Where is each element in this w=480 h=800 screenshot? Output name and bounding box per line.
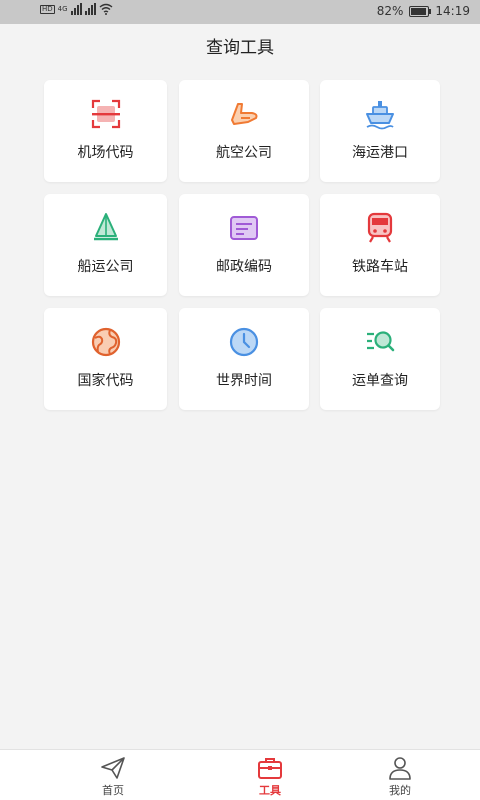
network-type-label: 4G (57, 5, 68, 13)
tab-tools[interactable]: 工具 (230, 750, 310, 800)
tool-label: 海运港口 (352, 145, 408, 161)
search-list-icon (367, 331, 395, 352)
send-icon (101, 757, 125, 779)
tool-card-waybill-query[interactable]: 运单查询 (320, 308, 440, 410)
status-bar: HD 4G 82% 14:19 (0, 0, 480, 24)
tool-card-seaport[interactable]: 海运港口 (320, 80, 440, 182)
clock-icon (229, 327, 259, 357)
ship-icon (366, 101, 394, 130)
tab-label: 首页 (102, 784, 124, 797)
train-icon (367, 212, 393, 243)
battery-icon (409, 5, 432, 17)
tab-home[interactable]: 首页 (73, 750, 153, 800)
toolbox-icon (258, 758, 282, 779)
tool-card-shipping-company[interactable]: 船运公司 (44, 194, 167, 296)
tool-card-airline[interactable]: 航空公司 (179, 80, 309, 182)
tool-label: 运单查询 (352, 373, 408, 389)
tool-label: 船运公司 (77, 259, 134, 275)
signal-icon (84, 3, 96, 15)
hd-badge: HD (40, 4, 55, 14)
tool-label: 国家代码 (77, 373, 134, 389)
network-indicators: HD 4G (40, 3, 113, 15)
battery-percent: 82% (376, 4, 404, 18)
clock-time: 14:19 (435, 4, 470, 18)
status-right: 82% 14:19 (377, 4, 470, 18)
sailboat-icon (93, 213, 118, 241)
globe-icon (91, 327, 120, 357)
signal-icon (70, 3, 82, 15)
tool-card-railway-station[interactable]: 铁路车站 (320, 194, 440, 296)
tool-label: 航空公司 (216, 145, 272, 161)
airport-code-icon (91, 99, 120, 129)
tab-profile[interactable]: 我的 (360, 750, 440, 800)
user-icon (389, 757, 411, 780)
tool-card-world-time[interactable]: 世界时间 (179, 308, 309, 410)
airplane-icon (231, 103, 258, 125)
tool-label: 机场代码 (77, 145, 134, 161)
tool-card-airport-code[interactable]: 机场代码 (44, 80, 167, 182)
wifi-icon (99, 3, 112, 15)
tool-card-postal-code[interactable]: 邮政编码 (179, 194, 309, 296)
bottom-tab-bar: 首页 工具 我的 (0, 749, 480, 800)
tab-label: 工具 (259, 784, 281, 797)
tool-label: 邮政编码 (216, 259, 272, 275)
tool-label: 铁路车站 (352, 259, 408, 275)
tool-card-country-code[interactable]: 国家代码 (44, 308, 167, 410)
tool-label: 世界时间 (216, 373, 272, 389)
page-title: 查询工具 (206, 38, 274, 58)
tab-label: 我的 (389, 784, 411, 797)
postal-card-icon (230, 216, 258, 240)
